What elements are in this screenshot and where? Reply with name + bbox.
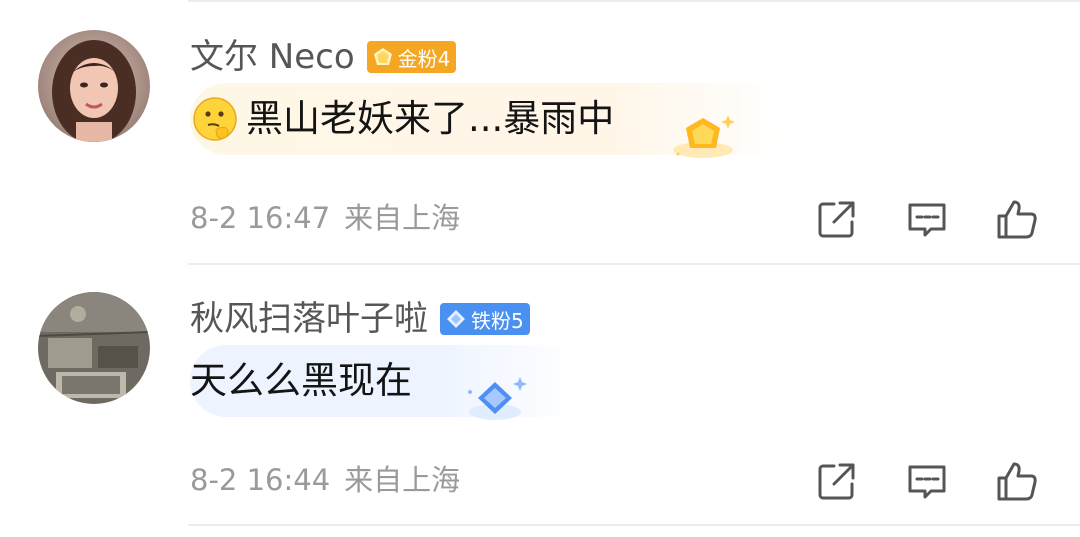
username[interactable]: 秋风扫落叶子啦 [190, 296, 428, 342]
share-icon[interactable] [814, 196, 860, 242]
comment-text: 黑山老妖来了...暴雨中 [246, 97, 615, 140]
like-icon[interactable] [994, 196, 1040, 242]
username[interactable]: 文尔 Neco [190, 34, 355, 80]
badge-label: 铁粉5 [471, 308, 524, 333]
comment-item: 文尔 Neco 金粉4 黑山老妖来了...暴雨中 8-2 16:47 来自上海 [0, 0, 1080, 262]
fan-badge[interactable]: 金粉4 [366, 41, 457, 73]
comment-meta: 8-2 16:44 来自上海 [190, 458, 460, 502]
username-row: 文尔 Neco 金粉4 [190, 34, 457, 80]
comment-list: 文尔 Neco 金粉4 黑山老妖来了...暴雨中 8-2 16:47 来自上海 … [0, 0, 1080, 537]
avatar[interactable] [38, 292, 150, 404]
comment-item: 秋风扫落叶子啦 铁粉5 天么么黑现在 8-2 16:44 来自上海 [0, 262, 1080, 524]
comment-time: 8-2 16:47 [190, 201, 331, 235]
comment-icon[interactable] [904, 196, 950, 242]
comment-location: 来自上海 [344, 463, 461, 497]
fan-badge[interactable]: 铁粉5 [440, 303, 530, 335]
divider [188, 524, 1080, 526]
comment-location: 来自上海 [344, 201, 461, 235]
like-icon[interactable] [994, 458, 1040, 504]
comment-icon[interactable] [904, 458, 950, 504]
comment-text: 天么么黑现在 [190, 359, 412, 402]
share-icon[interactable] [814, 458, 860, 504]
gold-gem-icon [373, 48, 392, 65]
thinking-face-emoji [193, 97, 237, 141]
gold-gem-decoration [673, 115, 735, 158]
blue-gem-decoration [468, 377, 527, 420]
username-row: 秋风扫落叶子啦 铁粉5 [190, 296, 530, 342]
badge-label: 金粉4 [397, 46, 451, 71]
comment-meta: 8-2 16:47 来自上海 [190, 196, 460, 240]
blue-gem-icon [447, 310, 465, 328]
comment-time: 8-2 16:44 [190, 463, 331, 497]
avatar[interactable] [38, 30, 150, 142]
